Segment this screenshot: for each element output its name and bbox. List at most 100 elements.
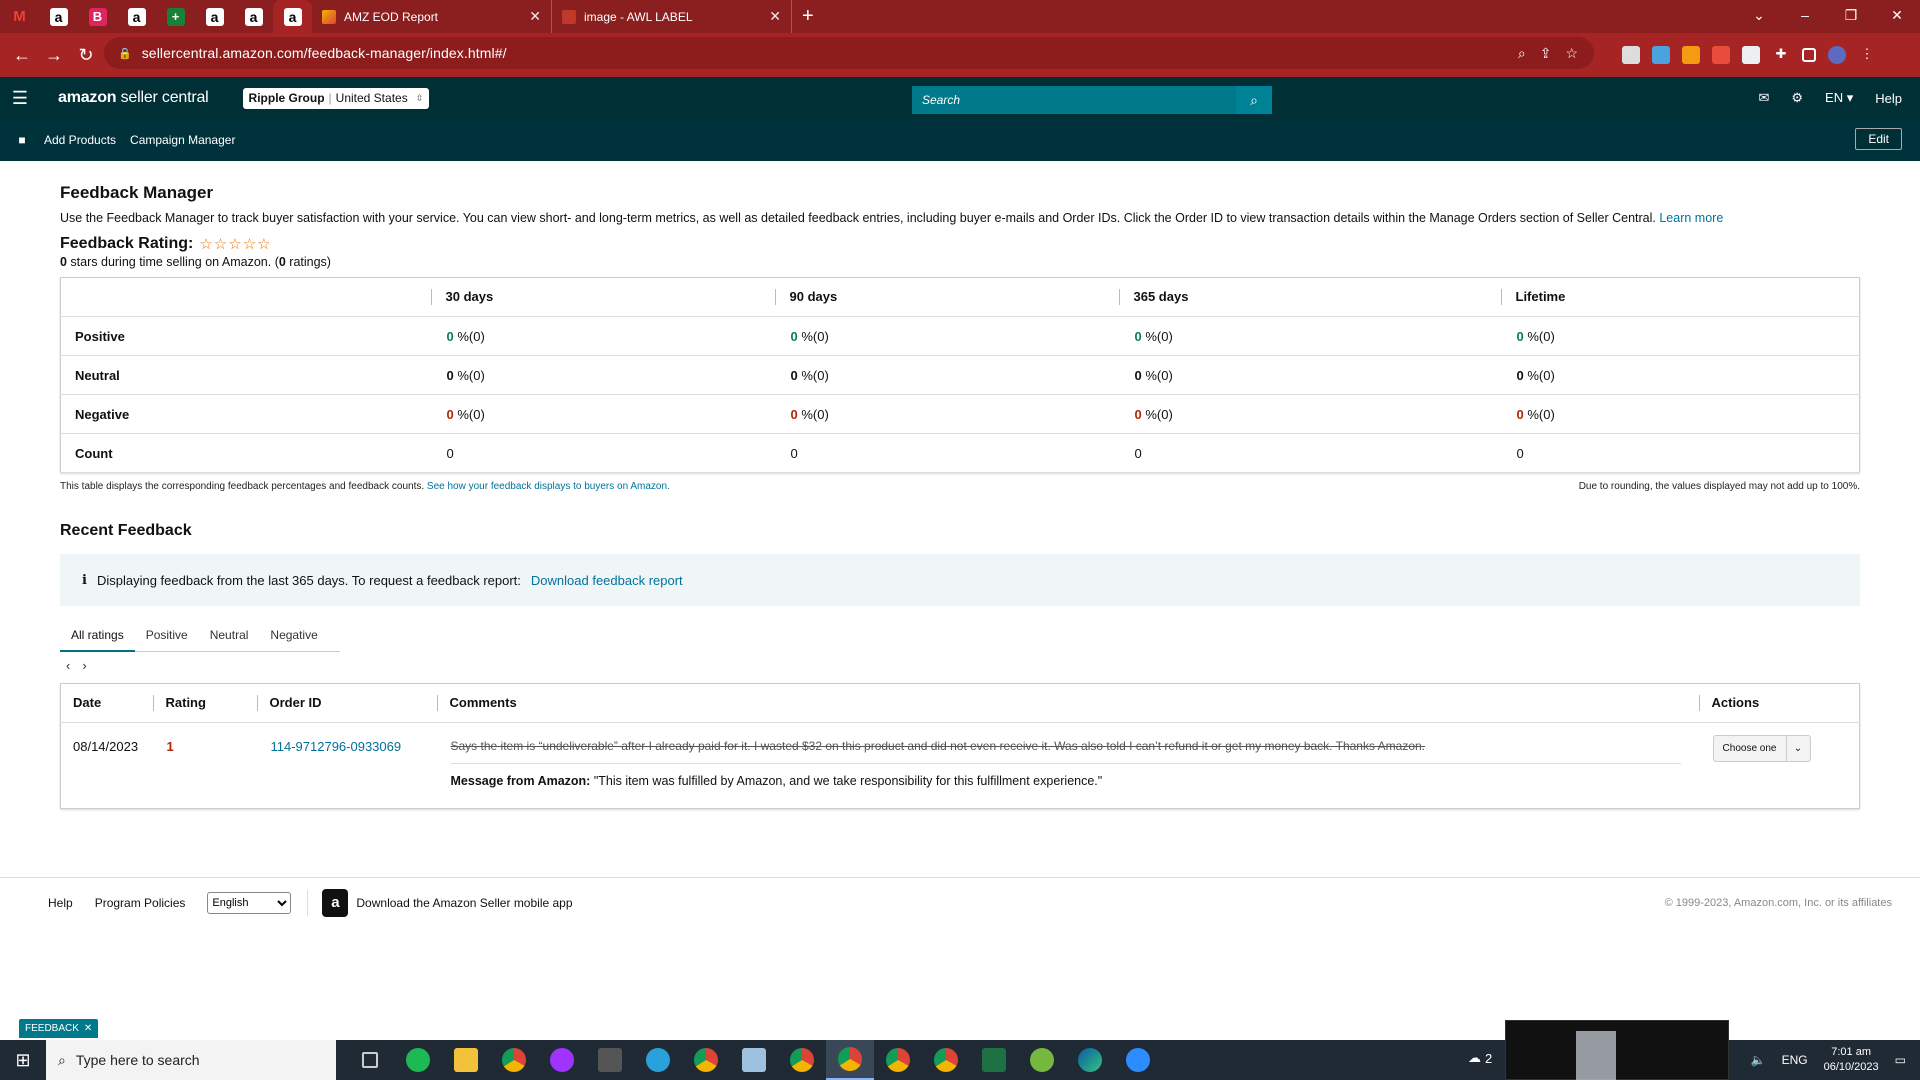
calculator-icon[interactable] bbox=[586, 1040, 634, 1080]
bookmark-star-icon[interactable]: ☆ bbox=[1565, 45, 1578, 62]
pinned-tab-amazon-2[interactable]: a bbox=[117, 0, 156, 33]
extension-icon[interactable] bbox=[1742, 46, 1760, 64]
pinned-tab-gmail[interactable]: M bbox=[0, 0, 39, 33]
chrome-profile-icon[interactable] bbox=[874, 1040, 922, 1080]
profile-avatar[interactable] bbox=[1828, 46, 1846, 64]
col-label: Date bbox=[73, 695, 102, 710]
metrics-value: 0 bbox=[446, 367, 454, 383]
app-download-link[interactable]: Download the Amazon Seller mobile app bbox=[356, 896, 572, 910]
chrome-icon[interactable] bbox=[490, 1040, 538, 1080]
pinned-tab-amazon-active[interactable]: a bbox=[273, 0, 312, 33]
bookmark-icon[interactable]: ■ bbox=[0, 133, 44, 147]
prev-page-icon[interactable]: ‹ bbox=[66, 658, 70, 673]
windows-start-icon[interactable]: ⊞ bbox=[0, 1040, 46, 1080]
pinned-tab-amazon-3[interactable]: a bbox=[195, 0, 234, 33]
order-id-link[interactable]: 114-9712796-0933069 bbox=[271, 739, 402, 754]
tab-positive[interactable]: Positive bbox=[135, 618, 199, 652]
new-tab-button[interactable]: + bbox=[792, 5, 824, 28]
puzzle-icon[interactable]: ✚ bbox=[1772, 46, 1790, 64]
extension-icon[interactable] bbox=[1682, 46, 1700, 64]
nav-campaign-manager[interactable]: Campaign Manager bbox=[130, 133, 235, 147]
restore-button[interactable]: ❐ bbox=[1828, 0, 1874, 33]
share-icon[interactable]: ⇪ bbox=[1540, 45, 1552, 62]
help-link[interactable]: Help bbox=[1875, 91, 1902, 106]
metrics-notes: This table displays the corresponding fe… bbox=[60, 481, 1860, 492]
input-language[interactable]: ENG bbox=[1782, 1053, 1808, 1067]
account-switcher[interactable]: Ripple Group | United States ⇳ bbox=[242, 87, 430, 109]
browser-tab-awl-label[interactable]: image - AWL LABEL ✕ bbox=[552, 0, 792, 33]
pinned-tab-amazon-4[interactable]: a bbox=[234, 0, 273, 33]
close-tab-icon[interactable]: ✕ bbox=[529, 8, 541, 25]
notes-icon[interactable] bbox=[730, 1040, 778, 1080]
nav-add-products[interactable]: Add Products bbox=[44, 133, 116, 147]
speaker-icon[interactable]: 🔈 bbox=[1751, 1053, 1766, 1067]
address-bar[interactable]: 🔒 sellercentral.amazon.com/feedback-mana… bbox=[104, 37, 1594, 69]
tab-negative[interactable]: Negative bbox=[259, 618, 328, 652]
back-button[interactable]: ← bbox=[6, 45, 38, 66]
weather-widget[interactable]: ☁ 2 bbox=[1468, 1050, 1492, 1066]
footer-policies-link[interactable]: Program Policies bbox=[95, 896, 186, 910]
minimize-button[interactable]: – bbox=[1782, 0, 1828, 33]
tab-title: image - AWL LABEL bbox=[584, 9, 693, 24]
tab-all-ratings[interactable]: All ratings bbox=[60, 618, 135, 652]
chevron-down-icon[interactable]: ⌄ bbox=[1785, 735, 1810, 762]
zoom-app-icon[interactable] bbox=[1114, 1040, 1162, 1080]
spotify-icon[interactable] bbox=[394, 1040, 442, 1080]
browser-tab-eod-report[interactable]: AMZ EOD Report ✕ bbox=[312, 0, 552, 33]
sidepanel-icon[interactable] bbox=[1802, 48, 1816, 62]
lock-icon[interactable]: 🔒 bbox=[118, 47, 132, 60]
copyright: © 1999-2023, Amazon.com, Inc. or its aff… bbox=[1664, 896, 1892, 909]
extension-icon[interactable] bbox=[1712, 46, 1730, 64]
download-report-link[interactable]: Download feedback report bbox=[531, 573, 683, 588]
col-actions: Actions bbox=[1698, 683, 1860, 723]
notification-icon[interactable]: ▭ bbox=[1895, 1053, 1906, 1067]
tab-neutral[interactable]: Neutral bbox=[199, 618, 260, 652]
chrome-profile-icon[interactable] bbox=[682, 1040, 730, 1080]
chrome-profile-icon[interactable] bbox=[922, 1040, 970, 1080]
search-input[interactable]: Search bbox=[912, 86, 1236, 114]
metrics-cell: 0 %(0) bbox=[774, 355, 1119, 395]
language-selector[interactable]: EN ▾ bbox=[1825, 90, 1853, 106]
learn-more-link[interactable]: Learn more bbox=[1659, 211, 1723, 225]
feedback-widget-tab[interactable]: FEEDBACK ✕ bbox=[19, 1019, 99, 1038]
gear-icon[interactable]: ⚙ bbox=[1791, 90, 1803, 106]
pinned-tab-amazon-1[interactable]: a bbox=[39, 0, 78, 33]
choose-action-dropdown[interactable]: Choose one ⌄ bbox=[1712, 735, 1811, 762]
metrics-cell: 0 %(0) bbox=[1500, 394, 1860, 434]
edit-button[interactable]: Edit bbox=[1855, 128, 1902, 150]
task-view-icon[interactable] bbox=[346, 1040, 394, 1080]
seller-app-icon[interactable]: a bbox=[322, 888, 349, 917]
pinned-tab-b[interactable]: B bbox=[78, 0, 117, 33]
seller-central-logo[interactable]: amazon seller central bbox=[58, 89, 209, 107]
forward-button[interactable]: → bbox=[38, 45, 70, 66]
footer-help-link[interactable]: Help bbox=[48, 896, 73, 910]
metrics-value: 0 bbox=[790, 445, 798, 461]
file-explorer-icon[interactable] bbox=[442, 1040, 490, 1080]
pinned-tab-sheets[interactable]: + bbox=[156, 0, 195, 33]
extension-icon[interactable] bbox=[1652, 46, 1670, 64]
utorrent-icon[interactable] bbox=[1018, 1040, 1066, 1080]
reload-button[interactable]: ↻ bbox=[70, 45, 102, 66]
zoom-icon[interactable]: ⌕ bbox=[1518, 45, 1526, 62]
page-title: Feedback Manager bbox=[60, 183, 214, 202]
chrome-profile-icon[interactable] bbox=[778, 1040, 826, 1080]
clock[interactable]: 7:01 am 06/10/2023 bbox=[1824, 1045, 1879, 1075]
footer-language-select[interactable]: English bbox=[207, 891, 292, 914]
telegram-icon[interactable] bbox=[634, 1040, 682, 1080]
edge-icon[interactable] bbox=[1066, 1040, 1114, 1080]
taskbar-search[interactable]: ⌕ Type here to search bbox=[46, 1040, 336, 1080]
mail-icon[interactable]: ✉ bbox=[1758, 90, 1769, 106]
next-page-icon[interactable]: › bbox=[82, 658, 86, 673]
hamburger-menu-icon[interactable]: ☰ bbox=[0, 88, 40, 109]
close-tab-icon[interactable]: ✕ bbox=[769, 8, 781, 25]
tab-search-icon[interactable]: ⌄ bbox=[1736, 0, 1782, 33]
messenger-icon[interactable] bbox=[538, 1040, 586, 1080]
excel-icon[interactable] bbox=[970, 1040, 1018, 1080]
feedback-display-link[interactable]: See how your feedback displays to buyers… bbox=[427, 481, 670, 492]
search-button[interactable]: ⌕ bbox=[1236, 86, 1272, 114]
close-window-button[interactable]: ✕ bbox=[1874, 0, 1920, 33]
menu-kebab-icon[interactable]: ⋮ bbox=[1858, 46, 1876, 64]
chrome-active-icon[interactable] bbox=[826, 1040, 874, 1080]
extension-icon[interactable] bbox=[1622, 46, 1640, 64]
close-icon[interactable]: ✕ bbox=[84, 1023, 92, 1034]
